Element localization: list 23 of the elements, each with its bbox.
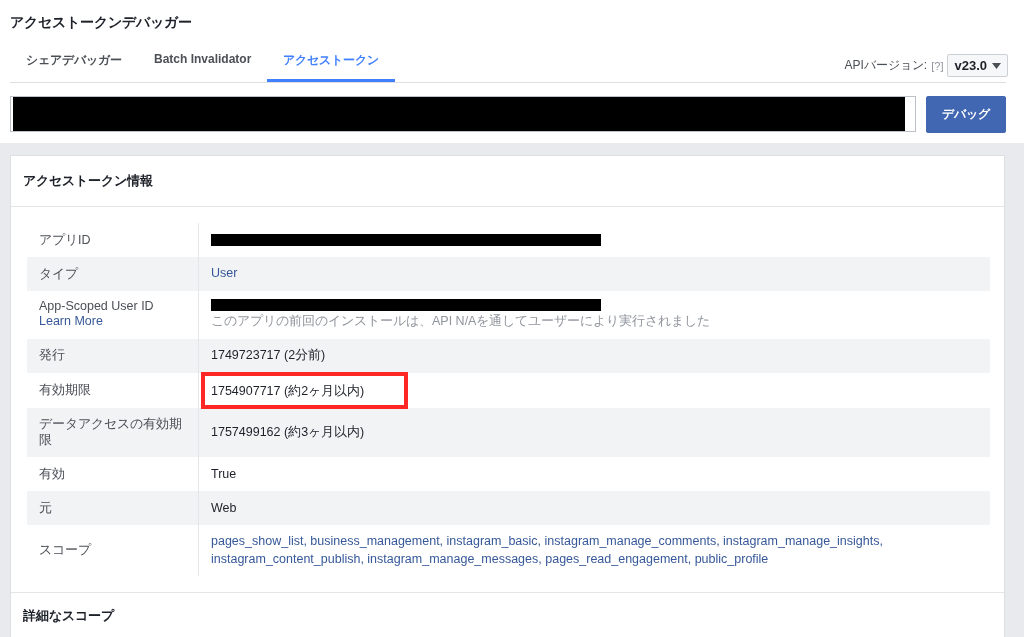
caret-icon: [992, 62, 1001, 69]
tab[interactable]: Batch Invalidator: [138, 52, 268, 82]
row-label: App-Scoped User ID: [39, 299, 155, 313]
row-value: 1754907717 (約2ヶ月以内): [211, 383, 365, 398]
install-note: このアプリの前回のインストールは、API N/Aを通してユーザーにより実行されました: [211, 313, 712, 331]
tab[interactable]: シェアデバッガー: [10, 52, 138, 82]
row-label: 有効期限: [27, 372, 199, 408]
row-label: 発行: [27, 338, 199, 373]
row-value: 1757499162 (約3ヶ月以内): [211, 423, 365, 441]
card-title: アクセストークン情報: [11, 156, 1004, 207]
row-value: Web: [211, 501, 237, 516]
version-dropdown[interactable]: v23.0: [947, 54, 1008, 77]
row-label: スコープ: [27, 525, 199, 577]
row-link[interactable]: pages_show_list, business_management, instagram_basic, instagram_manage_comments, instagram_manage_insights, instagram_content_publish, instagram_manage_messages, pages_read_engagement, public_profile: [211, 533, 978, 569]
learn-more-link[interactable]: Learn More: [39, 313, 186, 331]
page-title: アクセストークンデバッガー: [10, 14, 193, 32]
api-version-label: APIバージョン:: [844, 57, 928, 74]
debug-button[interactable]: デバッグ: [926, 96, 1006, 133]
row-link[interactable]: User: [211, 265, 978, 283]
row-value: 1749723717 (2分前): [211, 347, 326, 364]
row-value: True: [211, 467, 237, 482]
tab[interactable]: アクセストークン: [267, 52, 396, 82]
section-title: 詳細なスコープ: [11, 592, 1004, 637]
